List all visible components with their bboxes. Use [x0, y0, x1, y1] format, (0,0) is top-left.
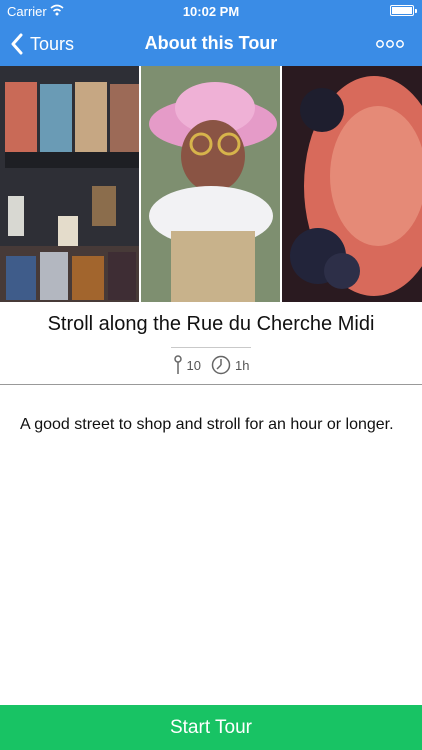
more-dots-icon[interactable]: [376, 36, 404, 52]
duration-value: 1h: [235, 357, 250, 373]
stops-value: 10: [186, 357, 201, 373]
clock-icon: [211, 355, 231, 375]
duration: 1h: [211, 355, 249, 375]
tour-description: A good street to shop and stroll for an …: [20, 416, 394, 433]
section-divider: [0, 384, 422, 385]
stops-count: 10: [173, 355, 201, 375]
title-divider: [171, 347, 251, 348]
photo-magazine-stand: [0, 66, 139, 302]
tour-meta: 10 1h: [0, 355, 422, 375]
pin-icon: [173, 355, 183, 375]
navigation-bar: Tours About this Tour: [0, 22, 422, 66]
start-tour-button[interactable]: Start Tour: [0, 705, 422, 750]
photo-berries-dessert: [280, 66, 422, 302]
photo-pink-hat-person: [139, 66, 280, 302]
page-title: About this Tour: [144, 33, 278, 53]
battery-icon: [390, 5, 417, 16]
photo-gallery: [0, 66, 422, 302]
status-time: 10:02 PM: [182, 4, 240, 19]
status-bar: Carrier 10:02 PM: [0, 0, 422, 22]
header: Carrier 10:02 PM Tours About this Tour: [0, 0, 422, 66]
tour-title: Stroll along the Rue du Cherche Midi: [47, 313, 375, 335]
